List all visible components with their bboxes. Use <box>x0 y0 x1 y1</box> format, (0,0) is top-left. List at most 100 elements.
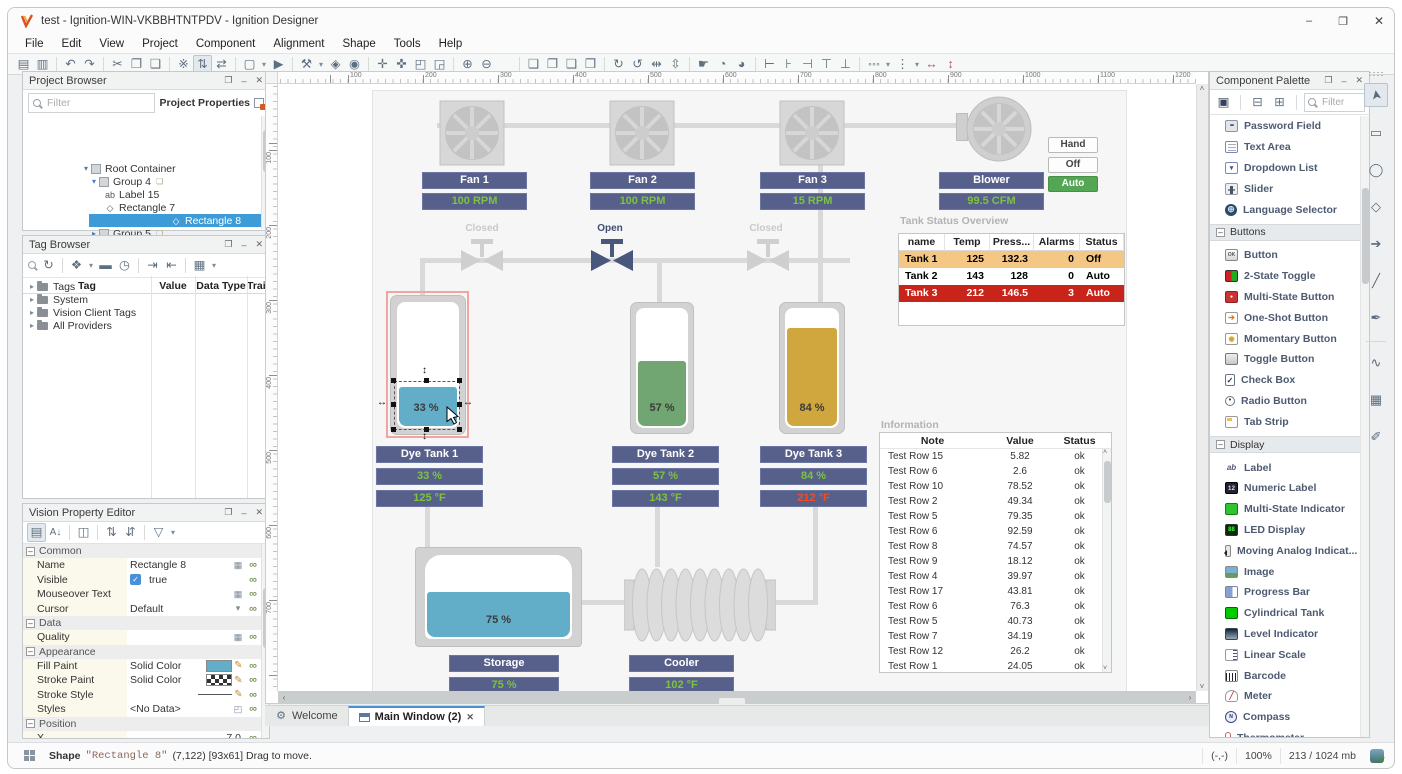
palette-section-display[interactable]: –Display <box>1210 436 1360 453</box>
prop-row-cursor[interactable]: CursorDefault▾∞ <box>23 602 261 617</box>
dye-tank-1-level[interactable]: 33 % <box>376 468 483 485</box>
fan-3-label[interactable]: Fan 3 <box>760 172 865 189</box>
float-panel-icon[interactable]: ❐ <box>1324 75 1332 86</box>
tree-item-group-4[interactable]: ▾Group 4❏ <box>23 175 269 188</box>
maximize-button[interactable]: ❐ <box>1338 15 1348 28</box>
flat-view-icon[interactable]: ◫ <box>74 523 93 542</box>
dye-tank-2-temp[interactable]: 143 °F <box>612 490 719 507</box>
tag-folder-system[interactable]: ▸System <box>23 293 269 306</box>
table-row[interactable]: Test Row 918.12ok <box>880 554 1111 569</box>
palette-item-button[interactable]: OKButton <box>1210 245 1360 266</box>
col-status[interactable]: Status <box>1055 433 1104 449</box>
collapse-section-icon[interactable]: – <box>26 619 35 628</box>
table-row[interactable]: Tank 1125132.30Off <box>899 251 1124 268</box>
pipe[interactable] <box>437 123 973 128</box>
eyedropper-tool-icon[interactable]: ✐ <box>1364 425 1388 449</box>
section-common[interactable]: –Common <box>23 544 261 558</box>
pipe[interactable] <box>582 600 626 605</box>
tab-main-window[interactable]: Main Window (2) ✕ <box>348 706 485 726</box>
refresh-icon[interactable]: ↻ <box>39 256 58 275</box>
valve-2-state[interactable]: Open <box>580 223 640 234</box>
tag-folder-tags[interactable]: ▸Tags <box>23 280 269 293</box>
expression-icon[interactable]: ▦ <box>231 589 245 600</box>
fill-color-swatch[interactable] <box>206 660 232 672</box>
stroke-color-swatch[interactable] <box>206 674 232 686</box>
stroke-style-swatch[interactable] <box>198 694 232 695</box>
menu-file[interactable]: File <box>16 36 53 52</box>
categorized-icon[interactable]: ▤ <box>27 523 46 542</box>
col-alarms[interactable]: Alarms <box>1034 234 1080 251</box>
menu-alignment[interactable]: Alignment <box>264 36 333 52</box>
rectangle-tool-icon[interactable]: ▭ <box>1364 121 1388 145</box>
table-row[interactable]: Test Row 579.35ok <box>880 509 1111 524</box>
checkbox-checked-icon[interactable]: ✓ <box>130 574 141 585</box>
col-status[interactable]: Status <box>1080 234 1124 251</box>
palette-item-check-box[interactable]: ✓Check Box <box>1210 370 1360 391</box>
cooler-label[interactable]: Cooler <box>629 655 734 672</box>
pipe[interactable] <box>425 507 430 547</box>
dye-tank-1-temp[interactable]: 125 °F <box>376 490 483 507</box>
valve-1-closed[interactable] <box>460 238 504 272</box>
tank-status-table[interactable]: name Temp Press... Alarms Status Tank 11… <box>898 233 1125 326</box>
styles-browse-icon[interactable]: ◰ <box>231 704 245 715</box>
palette-item-radio-button[interactable]: •Radio Button <box>1210 391 1360 412</box>
palette-item-tab-strip[interactable]: Tab Strip <box>1210 411 1360 432</box>
collapse-section-icon[interactable]: – <box>1216 228 1225 237</box>
palette-item-slider[interactable]: Slider <box>1210 178 1360 199</box>
resize-handle[interactable] <box>457 427 462 432</box>
tree-item-root-container[interactable]: ▾Root Container <box>23 162 269 175</box>
fan-3-graphic[interactable] <box>779 100 845 166</box>
blower-graphic[interactable] <box>964 94 1034 164</box>
edit-pencil-icon[interactable]: ✎ <box>232 660 245 671</box>
prop-row-mouseover[interactable]: Mouseover Text▦∞ <box>23 587 261 602</box>
binding-link-icon[interactable]: ∞ <box>245 603 261 615</box>
section-position[interactable]: –Position <box>23 717 261 731</box>
expand-all-icon[interactable]: ⇅ <box>102 523 121 542</box>
resize-handle[interactable] <box>391 402 396 407</box>
palette-item-numeric-label[interactable]: 12Numeric Label <box>1210 478 1360 499</box>
prop-row-visible[interactable]: Visible✓true∞ <box>23 573 261 588</box>
pipe[interactable] <box>776 600 818 605</box>
prop-row-name[interactable]: NameRectangle 8▦∞ <box>23 558 261 573</box>
menu-tools[interactable]: Tools <box>385 36 430 52</box>
palette-item-text-area[interactable]: Text Area <box>1210 137 1360 158</box>
resize-handle[interactable] <box>391 427 396 432</box>
menu-view[interactable]: View <box>90 36 133 52</box>
chevron-down-icon[interactable]: ▾ <box>89 177 99 186</box>
scroll-down-icon[interactable]: ˅ <box>1196 682 1208 691</box>
palette-item-multi-state-button[interactable]: ●Multi-State Button <box>1210 287 1360 308</box>
fan-1-rpm[interactable]: 100 RPM <box>422 193 527 210</box>
palette-item-dropdown-list[interactable]: ▾Dropdown List <box>1210 158 1360 179</box>
storage-label[interactable]: Storage <box>449 655 559 672</box>
tree-item-rectangle-8-selected[interactable]: ◇Rectangle 8 <box>89 214 265 227</box>
pipe[interactable] <box>657 263 662 304</box>
information-table[interactable]: Note Value Status Test Row 155.82ok Test… <box>879 432 1112 673</box>
columns-dropdown-icon[interactable]: ▾ <box>209 256 219 275</box>
dye-tank-1-label[interactable]: Dye Tank 1 <box>376 446 483 463</box>
valve-2-open[interactable] <box>590 238 634 272</box>
scroll-right-icon[interactable]: › <box>1184 693 1196 702</box>
section-data[interactable]: –Data <box>23 616 261 630</box>
minimize-panel-icon[interactable]: – <box>241 76 246 86</box>
information-scrollbar[interactable]: ˄˅ <box>1102 449 1111 672</box>
palette-item-meter[interactable]: ╱Meter <box>1210 686 1360 707</box>
new-tag-dropdown-icon[interactable]: ▾ <box>86 256 96 275</box>
close-panel-icon[interactable]: ✕ <box>255 239 263 250</box>
palette-item-barcode[interactable]: Barcode <box>1210 665 1360 686</box>
collapse-section-icon[interactable]: – <box>26 719 35 728</box>
cooler-coil-graphic[interactable] <box>624 565 776 645</box>
expand-groups-icon[interactable]: ⊞ <box>1270 93 1289 112</box>
status-zoom-level[interactable]: 100% <box>1236 748 1280 764</box>
prop-row-stroke-style[interactable]: Stroke Style✎∞ <box>23 688 261 703</box>
table-row[interactable]: Test Row 676.3ok <box>880 599 1111 614</box>
resize-handle[interactable] <box>457 378 462 383</box>
canvas-hscrollbar[interactable]: ‹ › <box>278 691 1196 703</box>
scroll-up-icon[interactable]: ˄ <box>1196 84 1208 93</box>
menu-component[interactable]: Component <box>187 36 264 52</box>
project-filter-input[interactable]: Filter <box>28 93 155 113</box>
binding-link-icon[interactable]: ∞ <box>245 703 261 715</box>
prop-row-stroke-paint[interactable]: Stroke PaintSolid Color✎∞ <box>23 673 261 688</box>
resize-handle[interactable] <box>424 378 429 383</box>
chevron-down-icon[interactable]: ▾ <box>231 603 245 614</box>
ellipse-tool-icon[interactable]: ◯ <box>1364 158 1388 182</box>
